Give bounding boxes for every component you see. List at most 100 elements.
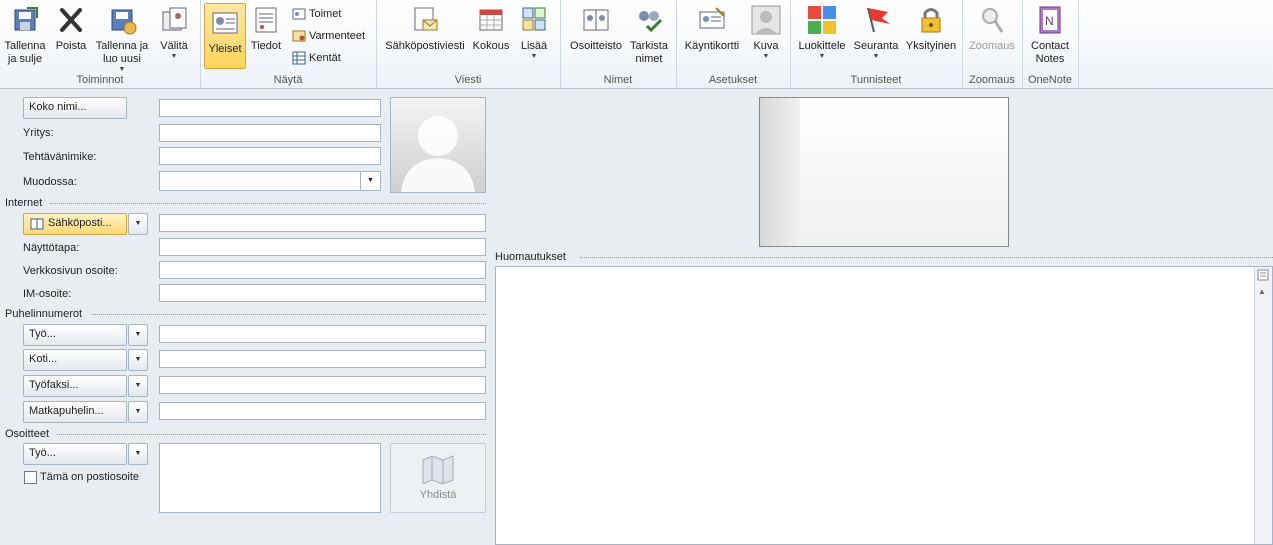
meeting-button[interactable]: Kokous	[470, 4, 512, 53]
email-field-button[interactable]: Sähköposti...	[23, 213, 127, 235]
ruler-icon[interactable]	[1257, 269, 1269, 281]
im-address-input[interactable]	[159, 284, 486, 302]
save-new-dropdown-icon[interactable]: ▼	[92, 66, 152, 74]
email-dropdown-icon[interactable]: ▼	[128, 213, 148, 235]
email-label: Sähköpostiviesti	[385, 40, 465, 52]
check-names-button[interactable]: Tarkista nimet	[628, 4, 670, 66]
group-actions: Tallenna ja sulje Poista Tallenna ja luo…	[0, 0, 201, 88]
group-label-zoom: Zoomaus	[969, 74, 1015, 86]
address-work-dropdown-icon[interactable]: ▼	[128, 443, 148, 465]
flag-icon	[860, 4, 892, 36]
scroll-up-icon[interactable]: ▲	[1258, 287, 1266, 296]
picture-dropdown-icon[interactable]: ▼	[748, 53, 784, 61]
address-book-button[interactable]: Osoitteisto	[566, 4, 626, 53]
activities-label: Toimet	[309, 8, 342, 20]
email-button[interactable]: Sähköpostiviesti	[382, 4, 468, 53]
categorize-dropdown-icon[interactable]: ▼	[794, 53, 850, 61]
more-button[interactable]: Lisää ▼	[516, 4, 552, 61]
group-label-onenote: OneNote	[1027, 74, 1073, 86]
web-page-input[interactable]	[159, 261, 486, 279]
group-settings: Käyntikortti Kuva ▼ Asetukset	[676, 0, 791, 88]
contact-notes-label: Contact Notes	[1031, 40, 1069, 65]
mailing-address-label: Tämä on postiosoite	[40, 471, 140, 483]
addresses-title: Osoitteet	[5, 428, 50, 440]
certificates-button[interactable]: Varmenteet	[292, 29, 365, 43]
phone-fax-input[interactable]	[159, 376, 486, 394]
meeting-icon	[475, 4, 507, 36]
business-card-icon	[696, 4, 728, 36]
notes-divider	[580, 257, 1273, 258]
phone-mobile-button[interactable]: Matkapuhelin...	[23, 401, 127, 423]
phone-home-dropdown-icon[interactable]: ▼	[128, 349, 148, 371]
follow-up-button[interactable]: Seuranta ▼	[850, 4, 902, 61]
fields-button[interactable]: Kentät	[292, 51, 341, 65]
private-button[interactable]: Yksityinen	[902, 4, 960, 53]
save-new-label: Tallenna ja luo uusi	[95, 40, 149, 65]
phone-fax-button[interactable]: Työfaksi...	[23, 375, 127, 397]
business-card-button[interactable]: Käyntikortti	[680, 4, 744, 53]
group-tags: Luokittele ▼ Seuranta ▼ Yksityinen Tunni…	[790, 0, 963, 88]
company-label: Yritys:	[23, 127, 54, 139]
phone-home-input[interactable]	[159, 350, 486, 368]
file-as-label: Muodossa:	[23, 176, 77, 188]
mailing-address-checkbox[interactable]	[24, 471, 37, 484]
phone-fax-dropdown-icon[interactable]: ▼	[128, 375, 148, 397]
phone-mobile-input[interactable]	[159, 402, 486, 420]
delete-icon	[55, 4, 87, 36]
group-label-tags: Tunnisteet	[850, 74, 902, 86]
company-input[interactable]	[159, 124, 381, 142]
details-button[interactable]: Tiedot	[246, 4, 286, 53]
details-icon	[250, 4, 282, 36]
categorize-button[interactable]: Luokittele ▼	[794, 4, 850, 61]
email-input[interactable]	[159, 214, 486, 232]
internet-title: Internet	[5, 197, 43, 209]
address-book-icon	[580, 4, 612, 36]
more-dropdown-icon[interactable]: ▼	[516, 53, 552, 61]
phones-divider	[92, 314, 486, 315]
save-close-button[interactable]: Tallenna ja sulje	[2, 4, 48, 66]
notes-scrollbar[interactable]: ▲	[1254, 267, 1272, 544]
address-textarea[interactable]	[159, 443, 381, 513]
phone-work-button[interactable]: Työ...	[23, 324, 127, 346]
zoom-button[interactable]: Zoomaus	[966, 4, 1018, 53]
activities-button[interactable]: Toimet	[292, 7, 341, 21]
general-button[interactable]: Yleiset	[204, 3, 246, 69]
save-close-icon	[9, 4, 41, 36]
display-as-input[interactable]	[159, 238, 486, 256]
follow-up-dropdown-icon[interactable]: ▼	[850, 53, 902, 61]
group-label-names: Nimet	[603, 74, 633, 86]
file-as-select[interactable]: ▼	[159, 171, 381, 191]
file-as-dropdown-icon[interactable]: ▼	[360, 172, 380, 190]
phone-mobile-dropdown-icon[interactable]: ▼	[128, 401, 148, 423]
full-name-button[interactable]: Koko nimi...	[23, 97, 127, 119]
forward-button[interactable]: Välitä ▼	[154, 4, 194, 61]
picture-button[interactable]: Kuva ▼	[748, 4, 784, 61]
business-card-label: Käyntikortti	[684, 40, 740, 52]
delete-label: Poista	[55, 40, 87, 52]
fields-label: Kentät	[309, 52, 341, 64]
phone-work-input[interactable]	[159, 325, 486, 343]
save-new-icon	[106, 4, 138, 36]
full-name-input[interactable]	[159, 99, 381, 117]
details-label: Tiedot	[250, 40, 282, 52]
save-new-button[interactable]: Tallenna ja luo uusi ▼	[92, 4, 152, 74]
delete-button[interactable]: Poista	[52, 4, 90, 53]
job-title-input[interactable]	[159, 147, 381, 165]
phone-work-dropdown-icon[interactable]: ▼	[128, 324, 148, 346]
categorize-label: Luokittele	[798, 40, 846, 52]
address-work-button[interactable]: Työ...	[23, 443, 127, 465]
notes-textarea[interactable]: ▲	[495, 266, 1273, 545]
group-names: Osoitteisto Tarkista nimet Nimet	[560, 0, 677, 88]
contact-photo[interactable]	[390, 97, 486, 193]
group-label-settings: Asetukset	[708, 74, 758, 86]
business-card-preview[interactable]	[759, 97, 1009, 247]
contact-notes-button[interactable]: N Contact Notes	[1026, 4, 1074, 66]
private-label: Yksityinen	[905, 40, 957, 52]
forward-dropdown-icon[interactable]: ▼	[154, 53, 194, 61]
certificates-icon	[292, 29, 306, 43]
map-button[interactable]: Yhdistä	[390, 443, 486, 513]
person-silhouette-icon	[401, 116, 475, 192]
save-close-label: Tallenna ja sulje	[4, 40, 46, 65]
card-body	[800, 98, 1008, 246]
phone-home-button[interactable]: Koti...	[23, 349, 127, 371]
